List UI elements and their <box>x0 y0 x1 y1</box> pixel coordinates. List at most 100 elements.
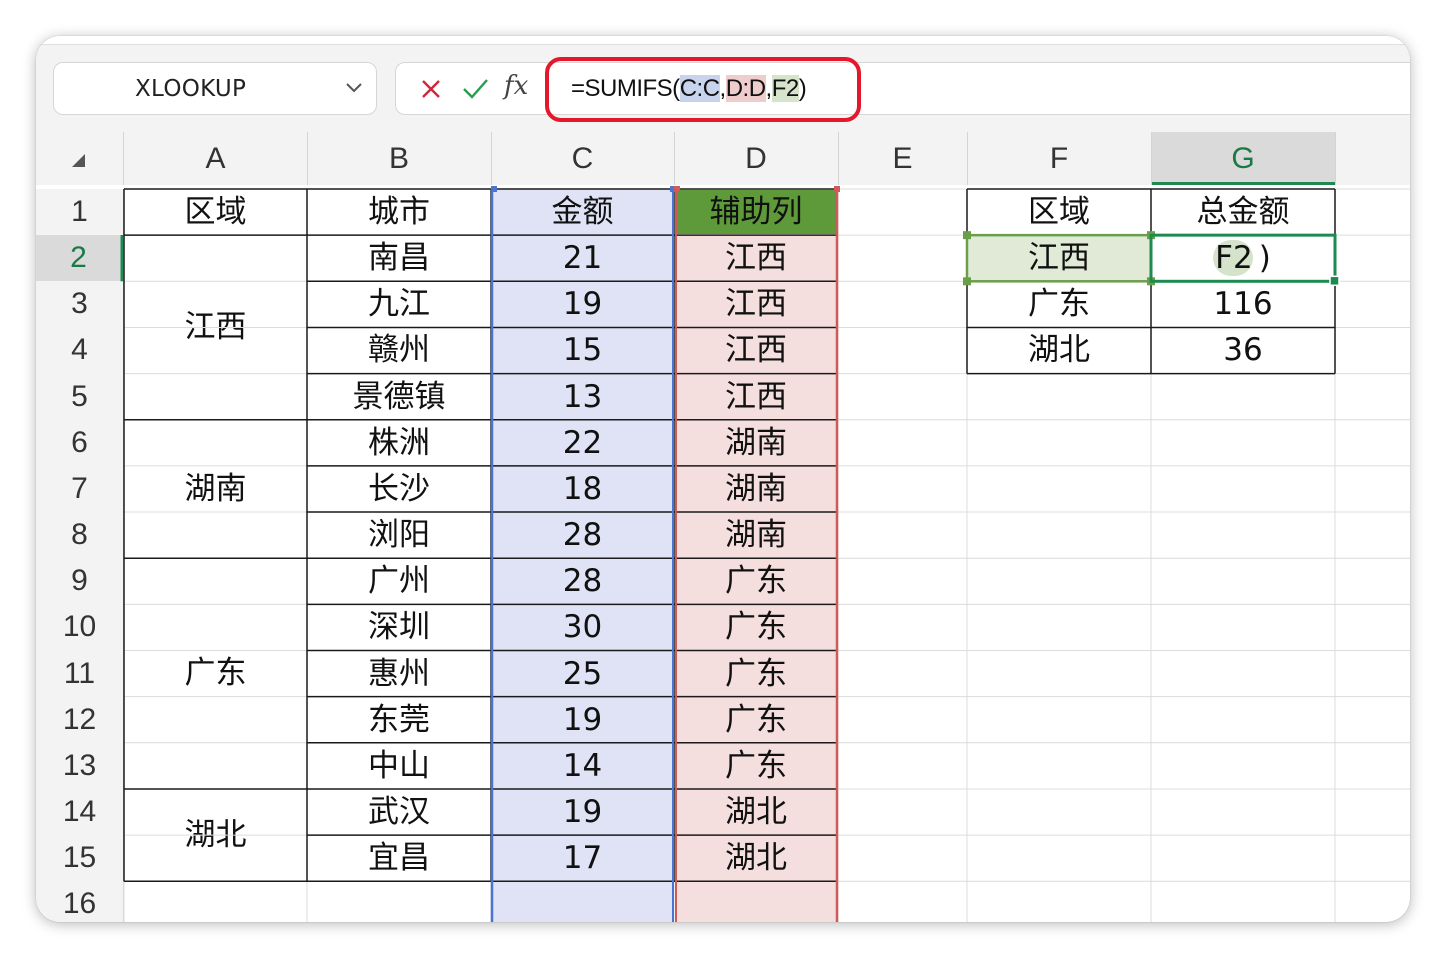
amount-cell[interactable]: 30 <box>491 604 674 650</box>
column-header-a[interactable]: A <box>124 132 307 185</box>
amount-cell[interactable]: 15 <box>491 327 674 373</box>
region-merged-cell[interactable]: 广东 <box>124 558 307 789</box>
summary-region-cell[interactable]: 湖北 <box>967 327 1151 373</box>
column-header-b[interactable]: B <box>307 132 491 185</box>
row-header-2[interactable]: 2 <box>36 235 124 283</box>
city-cell[interactable]: 景德镇 <box>307 374 491 420</box>
formula-arg-range-d: D:D <box>725 75 766 102</box>
helper-cell[interactable]: 江西 <box>674 374 838 420</box>
amount-cell[interactable]: 19 <box>491 789 674 835</box>
select-all-corner[interactable] <box>36 132 124 185</box>
column-header-d[interactable]: D <box>674 132 838 185</box>
column-header-c[interactable]: C <box>491 132 674 185</box>
summary-total-cell[interactable]: 36 <box>1151 327 1335 373</box>
helper-cell[interactable]: 广东 <box>674 604 838 650</box>
row-header-12[interactable]: 12 <box>36 696 124 744</box>
amount-cell[interactable]: 22 <box>491 420 674 466</box>
summary-header-total[interactable]: 总金额 <box>1151 189 1335 235</box>
city-cell[interactable]: 武汉 <box>307 789 491 835</box>
formula-text[interactable]: =SUMIFS(C:C,D:D,F2) <box>571 75 807 103</box>
row-header-6[interactable]: 6 <box>36 419 124 467</box>
formula-arg-cell-f2: F2 <box>771 75 799 102</box>
helper-cell[interactable]: 江西 <box>674 327 838 373</box>
formula-input-box[interactable]: fx =SUMIFS(C:C,D:D,F2) <box>395 62 1410 115</box>
row-header-8[interactable]: 8 <box>36 512 124 560</box>
city-cell[interactable]: 长沙 <box>307 466 491 512</box>
cancel-icon[interactable] <box>418 75 444 103</box>
column-header-separator <box>307 132 308 185</box>
row-header-10[interactable]: 10 <box>36 604 124 652</box>
active-cell-g2-editor[interactable]: F2) <box>1151 235 1335 281</box>
window-top-strip <box>36 36 1410 45</box>
helper-cell[interactable]: 广东 <box>674 697 838 743</box>
name-box[interactable]: XLOOKUP <box>53 62 377 115</box>
helper-cell[interactable]: 广东 <box>674 651 838 697</box>
city-cell[interactable]: 南昌 <box>307 235 491 281</box>
column-header-e[interactable]: E <box>838 132 967 185</box>
column-header-g[interactable]: G <box>1151 132 1335 185</box>
amount-cell[interactable]: 18 <box>491 466 674 512</box>
amount-cell[interactable]: 13 <box>491 374 674 420</box>
chevron-down-icon[interactable] <box>342 75 366 99</box>
helper-cell[interactable]: 湖北 <box>674 789 838 835</box>
helper-cell[interactable]: 湖南 <box>674 420 838 466</box>
city-cell[interactable]: 九江 <box>307 281 491 327</box>
helper-cell[interactable]: 湖南 <box>674 512 838 558</box>
column-header-separator <box>1151 132 1152 185</box>
summary-total-cell[interactable]: 116 <box>1151 281 1335 327</box>
amount-cell[interactable]: 19 <box>491 697 674 743</box>
row-header-13[interactable]: 13 <box>36 742 124 790</box>
row-header-7[interactable]: 7 <box>36 465 124 513</box>
city-cell[interactable]: 东莞 <box>307 697 491 743</box>
header-amount[interactable]: 金额 <box>491 189 674 235</box>
formula-arg-range-c: C:C <box>679 75 720 102</box>
helper-cell[interactable]: 湖北 <box>674 835 838 881</box>
row-header-1[interactable]: 1 <box>36 189 124 236</box>
city-cell[interactable]: 宜昌 <box>307 835 491 881</box>
city-cell[interactable]: 中山 <box>307 743 491 789</box>
summary-region-cell[interactable]: 江西 <box>967 235 1151 281</box>
helper-cell[interactable]: 湖南 <box>674 466 838 512</box>
fx-icon[interactable]: fx <box>504 71 534 101</box>
region-merged-cell[interactable]: 江西 <box>124 235 307 420</box>
amount-cell[interactable]: 28 <box>491 512 674 558</box>
city-cell[interactable]: 浏阳 <box>307 512 491 558</box>
city-cell[interactable]: 赣州 <box>307 327 491 373</box>
helper-cell[interactable]: 江西 <box>674 235 838 281</box>
column-header-separator <box>674 132 675 185</box>
confirm-check-icon[interactable] <box>460 75 490 103</box>
summary-region-cell[interactable]: 广东 <box>967 281 1151 327</box>
amount-cell[interactable]: 17 <box>491 835 674 881</box>
city-cell[interactable]: 株洲 <box>307 420 491 466</box>
helper-cell[interactable]: 广东 <box>674 743 838 789</box>
helper-cell[interactable]: 江西 <box>674 281 838 327</box>
amount-cell[interactable]: 19 <box>491 281 674 327</box>
select-all-triangle-icon <box>72 154 85 167</box>
row-header-15[interactable]: 15 <box>36 835 124 883</box>
row-header-5[interactable]: 5 <box>36 373 124 421</box>
header-helper[interactable]: 辅助列 <box>674 189 838 235</box>
city-cell[interactable]: 深圳 <box>307 604 491 650</box>
row-header-9[interactable]: 9 <box>36 558 124 606</box>
helper-cell[interactable]: 广东 <box>674 558 838 604</box>
city-cell[interactable]: 惠州 <box>307 651 491 697</box>
row-header-3[interactable]: 3 <box>36 281 124 329</box>
region-merged-cell[interactable]: 湖南 <box>124 420 307 558</box>
amount-cell[interactable]: 25 <box>491 651 674 697</box>
column-header-f[interactable]: F <box>967 132 1151 185</box>
row-header-4[interactable]: 4 <box>36 327 124 375</box>
region-merged-cell[interactable]: 湖北 <box>124 789 307 881</box>
column-header-separator <box>491 132 492 185</box>
row-header-16[interactable]: 16 <box>36 881 124 922</box>
amount-cell[interactable]: 14 <box>491 743 674 789</box>
header-region[interactable]: 区域 <box>124 189 307 235</box>
amount-cell[interactable]: 21 <box>491 235 674 281</box>
amount-cell[interactable]: 28 <box>491 558 674 604</box>
formula-suffix: ) <box>798 75 807 102</box>
header-city[interactable]: 城市 <box>307 189 491 235</box>
summary-header-region[interactable]: 区域 <box>967 189 1151 235</box>
formula-comma: , <box>765 75 773 102</box>
row-header-14[interactable]: 14 <box>36 788 124 836</box>
city-cell[interactable]: 广州 <box>307 558 491 604</box>
row-header-11[interactable]: 11 <box>36 650 124 698</box>
